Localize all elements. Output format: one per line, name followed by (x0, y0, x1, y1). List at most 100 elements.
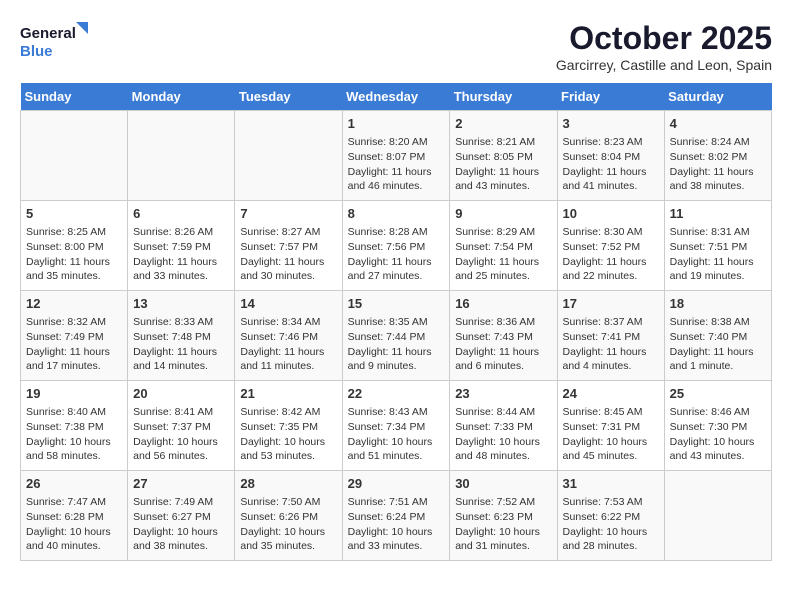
day-info: Sunset: 8:07 PM (348, 150, 445, 165)
day-info: Sunset: 7:44 PM (348, 330, 445, 345)
day-number: 28 (240, 475, 336, 493)
day-number: 7 (240, 205, 336, 223)
day-info: Daylight: 10 hours (26, 525, 122, 540)
weekday-header-friday: Friday (557, 83, 664, 111)
calendar-cell: 18Sunrise: 8:38 AMSunset: 7:40 PMDayligh… (664, 291, 771, 381)
day-number: 16 (455, 295, 551, 313)
location: Garcirrey, Castille and Leon, Spain (556, 57, 772, 73)
day-info: and 51 minutes. (348, 449, 445, 464)
day-info: and 6 minutes. (455, 359, 551, 374)
day-number: 29 (348, 475, 445, 493)
calendar-cell: 5Sunrise: 8:25 AMSunset: 8:00 PMDaylight… (21, 201, 128, 291)
calendar-cell: 31Sunrise: 7:53 AMSunset: 6:22 PMDayligh… (557, 471, 664, 561)
day-info: Sunset: 7:30 PM (670, 420, 766, 435)
day-info: and 38 minutes. (133, 539, 229, 554)
day-number: 18 (670, 295, 766, 313)
day-info: Sunrise: 8:33 AM (133, 315, 229, 330)
day-info: Sunrise: 8:24 AM (670, 135, 766, 150)
day-info: Daylight: 11 hours (455, 165, 551, 180)
day-info: Sunset: 7:51 PM (670, 240, 766, 255)
page-header: General Blue October 2025 Garcirrey, Cas… (20, 20, 772, 73)
day-info: Daylight: 11 hours (563, 165, 659, 180)
calendar-cell: 14Sunrise: 8:34 AMSunset: 7:46 PMDayligh… (235, 291, 342, 381)
day-info: Sunrise: 8:20 AM (348, 135, 445, 150)
day-info: Daylight: 11 hours (133, 255, 229, 270)
day-info: Sunset: 7:41 PM (563, 330, 659, 345)
day-info: and 33 minutes. (348, 539, 445, 554)
day-info: Daylight: 11 hours (348, 345, 445, 360)
calendar-cell: 2Sunrise: 8:21 AMSunset: 8:05 PMDaylight… (450, 111, 557, 201)
day-info: Daylight: 10 hours (240, 525, 336, 540)
day-info: Daylight: 10 hours (563, 525, 659, 540)
day-info: Sunset: 7:35 PM (240, 420, 336, 435)
calendar-cell: 10Sunrise: 8:30 AMSunset: 7:52 PMDayligh… (557, 201, 664, 291)
day-info: Sunset: 8:00 PM (26, 240, 122, 255)
day-info: Sunrise: 7:52 AM (455, 495, 551, 510)
day-info: Sunset: 7:59 PM (133, 240, 229, 255)
day-info: Daylight: 11 hours (348, 165, 445, 180)
day-number: 31 (563, 475, 659, 493)
day-info: Sunset: 7:33 PM (455, 420, 551, 435)
day-info: Sunrise: 8:44 AM (455, 405, 551, 420)
day-info: Sunrise: 8:28 AM (348, 225, 445, 240)
day-info: Daylight: 10 hours (670, 435, 766, 450)
day-number: 14 (240, 295, 336, 313)
logo: General Blue (20, 20, 90, 65)
day-info: Sunset: 7:37 PM (133, 420, 229, 435)
calendar-cell: 12Sunrise: 8:32 AMSunset: 7:49 PMDayligh… (21, 291, 128, 381)
day-number: 8 (348, 205, 445, 223)
calendar-cell: 28Sunrise: 7:50 AMSunset: 6:26 PMDayligh… (235, 471, 342, 561)
day-number: 1 (348, 115, 445, 133)
day-info: Sunrise: 8:34 AM (240, 315, 336, 330)
calendar-cell: 13Sunrise: 8:33 AMSunset: 7:48 PMDayligh… (128, 291, 235, 381)
day-info: Sunrise: 8:38 AM (670, 315, 766, 330)
day-info: Sunset: 7:54 PM (455, 240, 551, 255)
weekday-header-saturday: Saturday (664, 83, 771, 111)
day-info: and 19 minutes. (670, 269, 766, 284)
day-number: 25 (670, 385, 766, 403)
day-number: 27 (133, 475, 229, 493)
day-info: and 22 minutes. (563, 269, 659, 284)
day-info: and 27 minutes. (348, 269, 445, 284)
day-number: 3 (563, 115, 659, 133)
day-info: and 41 minutes. (563, 179, 659, 194)
day-info: and 45 minutes. (563, 449, 659, 464)
day-number: 19 (26, 385, 122, 403)
title-block: October 2025 Garcirrey, Castille and Leo… (556, 20, 772, 73)
day-info: and 35 minutes. (240, 539, 336, 554)
day-info: Sunrise: 8:41 AM (133, 405, 229, 420)
day-info: and 9 minutes. (348, 359, 445, 374)
day-info: Sunrise: 7:51 AM (348, 495, 445, 510)
day-info: Sunset: 7:38 PM (26, 420, 122, 435)
calendar-cell (21, 111, 128, 201)
day-info: and 56 minutes. (133, 449, 229, 464)
day-info: Sunset: 7:56 PM (348, 240, 445, 255)
day-info: Sunset: 7:48 PM (133, 330, 229, 345)
calendar-cell: 1 Sunrise: 8:20 AMSunset: 8:07 PMDaylight… (342, 111, 450, 201)
calendar-cell: 15Sunrise: 8:35 AMSunset: 7:44 PMDayligh… (342, 291, 450, 381)
day-info: Daylight: 10 hours (455, 525, 551, 540)
day-number: 9 (455, 205, 551, 223)
day-info: Daylight: 11 hours (133, 345, 229, 360)
day-info: Daylight: 11 hours (670, 345, 766, 360)
day-number: 24 (563, 385, 659, 403)
weekday-header-row: SundayMondayTuesdayWednesdayThursdayFrid… (21, 83, 772, 111)
day-info: and 58 minutes. (26, 449, 122, 464)
day-info: and 14 minutes. (133, 359, 229, 374)
day-info: and 53 minutes. (240, 449, 336, 464)
calendar-cell: 21Sunrise: 8:42 AMSunset: 7:35 PMDayligh… (235, 381, 342, 471)
calendar-cell: 26Sunrise: 7:47 AMSunset: 6:28 PMDayligh… (21, 471, 128, 561)
day-info: and 38 minutes. (670, 179, 766, 194)
day-info: Sunset: 7:43 PM (455, 330, 551, 345)
day-info: Sunset: 7:31 PM (563, 420, 659, 435)
calendar-cell: 23Sunrise: 8:44 AMSunset: 7:33 PMDayligh… (450, 381, 557, 471)
day-info: Sunrise: 8:46 AM (670, 405, 766, 420)
day-number: 15 (348, 295, 445, 313)
day-info: Daylight: 10 hours (133, 525, 229, 540)
calendar-cell: 9Sunrise: 8:29 AMSunset: 7:54 PMDaylight… (450, 201, 557, 291)
day-info: and 1 minute. (670, 359, 766, 374)
day-info: Sunset: 8:02 PM (670, 150, 766, 165)
day-info: Daylight: 11 hours (670, 165, 766, 180)
calendar-cell (128, 111, 235, 201)
day-info: Daylight: 11 hours (240, 255, 336, 270)
